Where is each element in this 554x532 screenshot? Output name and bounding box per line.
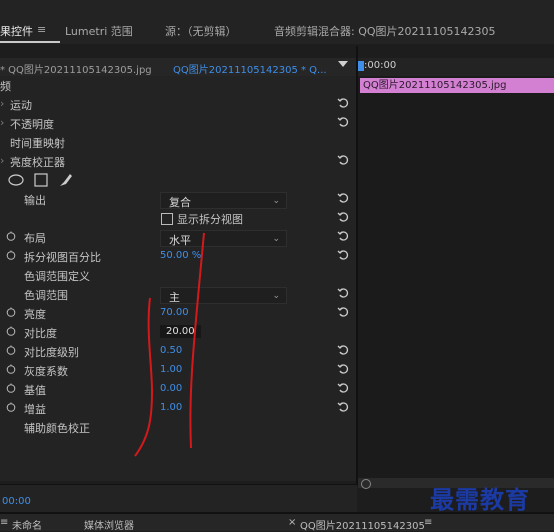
- watermark-logo: 最需教育: [430, 486, 530, 514]
- timeline-clip[interactable]: QQ图片20211105142305.jpg: [360, 78, 554, 93]
- effect-controls-timeline[interactable]: :00:00 QQ图片20211105142305.jpg: [358, 58, 554, 489]
- effect-controls-panel: 频 › 运动 › 不透明度 时间重映射 › 亮度校正器 输出 复合 ⌄ 显示拆分…: [0, 76, 357, 481]
- tab-audio-clip-mixer[interactable]: 音频剪辑混合器: QQ图片20211105142305: [274, 23, 496, 39]
- sequence-menu-icon[interactable]: ≡: [424, 517, 432, 528]
- active-tab-indicator: [0, 41, 60, 43]
- tab-media-browser[interactable]: 媒体浏览器: [84, 517, 134, 532]
- play-only-this-clip-icon[interactable]: [338, 61, 348, 67]
- zoom-handle[interactable]: [361, 479, 371, 489]
- tab-source[interactable]: 源：（无剪辑）: [165, 23, 237, 39]
- tab-lumetri-scopes[interactable]: Lumetri 范围: [65, 23, 133, 39]
- current-time-bar: 00:00: [0, 484, 357, 513]
- master-clip-label[interactable]: * QQ图片20211105142305.jpg: [0, 61, 152, 76]
- panel-menu-icon[interactable]: ≡: [37, 23, 46, 36]
- project-menu-icon[interactable]: ≡: [0, 517, 8, 528]
- top-tab-bar: 果控件 ≡ Lumetri 范围 源：（无剪辑） 音频剪辑混合器: QQ图片20…: [0, 0, 554, 44]
- close-tab-icon[interactable]: ×: [288, 517, 296, 528]
- tab-project-untitled[interactable]: 未命名: [12, 517, 42, 532]
- current-time-display[interactable]: 00:00: [2, 496, 31, 507]
- red-annotation-strokes: [134, 232, 205, 457]
- effect-controls-clip-header: * QQ图片20211105142305.jpg QQ图片20211105142…: [0, 58, 357, 77]
- panel-divider: [356, 46, 358, 486]
- sequence-clip-label[interactable]: QQ图片20211105142305 * Q...: [173, 61, 327, 76]
- ruler-timecode: :00:00: [364, 60, 397, 71]
- timeline-ruler[interactable]: :00:00: [358, 58, 554, 76]
- tab-sequence[interactable]: QQ图片20211105142305: [300, 517, 425, 532]
- tab-effect-controls[interactable]: 果控件: [0, 23, 33, 39]
